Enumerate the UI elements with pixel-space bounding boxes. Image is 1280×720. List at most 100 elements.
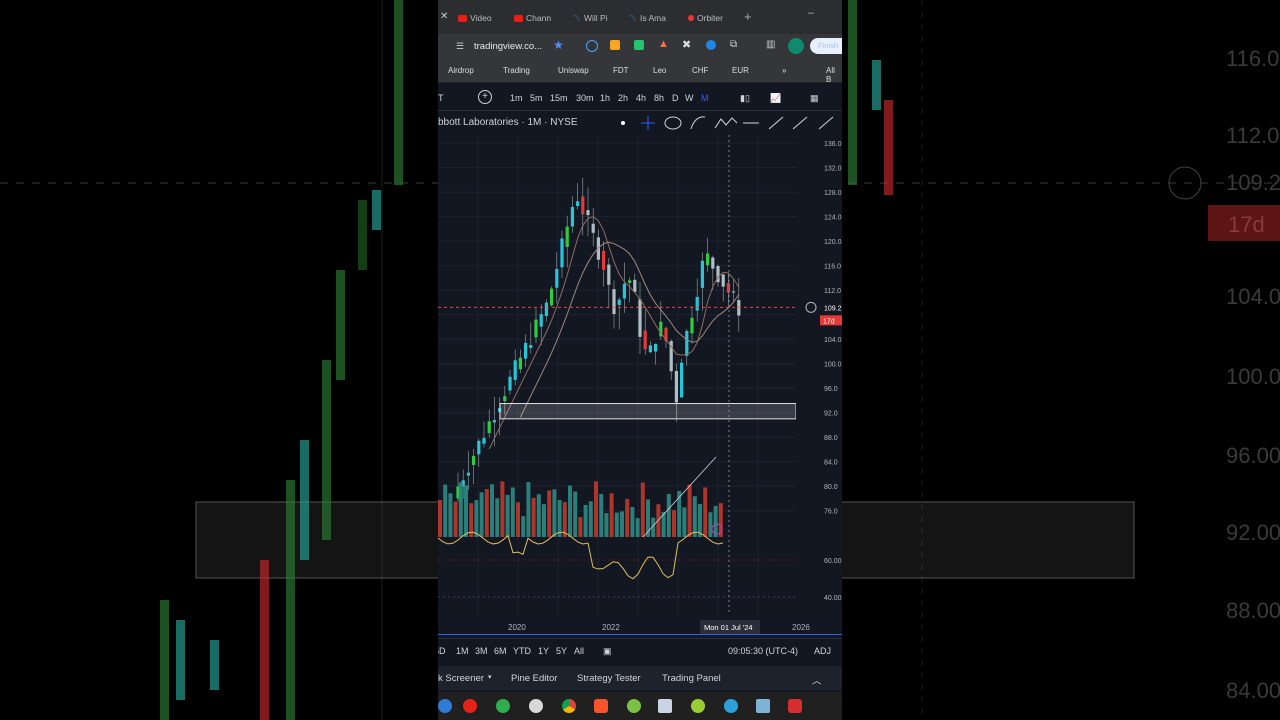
browser-tab[interactable]: Video xyxy=(458,8,492,28)
interval-4h[interactable]: 4h xyxy=(636,93,646,103)
browser-tab[interactable]: 〽 Is Ama xyxy=(628,8,666,28)
bookmark-star-icon[interactable]: ★ xyxy=(553,38,564,52)
extensions-puzzle-icon[interactable]: ⧉ xyxy=(730,39,737,50)
layout-icon[interactable]: ▦ xyxy=(810,93,819,104)
youtube-icon xyxy=(458,14,467,22)
tradingview-icon: 〽 xyxy=(572,13,580,23)
date-range-bar: 5D 1M 3M 6M YTD 1Y 5Y All ▣ 09:05:30 (UTC-4) AD… xyxy=(438,638,842,663)
adj-toggle[interactable]: ADJ xyxy=(814,646,831,656)
new-tab-button[interactable]: + xyxy=(744,9,752,24)
range-3m[interactable]: 3M xyxy=(475,646,488,656)
taskbar-app-icon-8[interactable] xyxy=(658,699,672,713)
taskbar-app-icon-9[interactable] xyxy=(691,699,705,713)
extension-icon-4[interactable]: ▲ xyxy=(658,38,669,50)
profile-avatar[interactable] xyxy=(788,38,804,54)
clock-readout[interactable]: 09:05:30 (UTC-4) xyxy=(728,646,798,656)
taskbar-app-icon-1[interactable] xyxy=(438,699,452,713)
extension-icon-3[interactable] xyxy=(634,40,644,50)
interval-1h[interactable]: 1h xyxy=(600,93,610,103)
price-axis-tick: 104.0 xyxy=(824,337,842,344)
browser-tab[interactable]: Orbiter xyxy=(688,8,723,28)
candle xyxy=(539,314,543,327)
interval-w[interactable]: W xyxy=(685,93,694,103)
tab-pine-editor[interactable]: Pine Editor xyxy=(511,673,557,684)
bookmark-eur[interactable]: EUR xyxy=(732,66,749,75)
browser-tab[interactable]: Chann xyxy=(514,8,551,28)
address-bar[interactable]: tradingview.co... xyxy=(474,41,542,52)
screener-dropdown-icon[interactable]: ▾ xyxy=(488,673,492,681)
opera-icon[interactable] xyxy=(463,699,477,713)
telegram-icon[interactable] xyxy=(724,699,738,713)
interval-1m[interactable]: 1m xyxy=(510,93,523,103)
tab-strategy-tester[interactable]: Strategy Tester xyxy=(577,673,641,684)
candle xyxy=(576,201,580,207)
volume-bar xyxy=(484,489,489,537)
interval-2h[interactable]: 2h xyxy=(618,93,628,103)
volume-bar xyxy=(599,493,604,537)
bookmark-fdt[interactable]: FDT xyxy=(613,66,629,75)
interval-15m[interactable]: 15m xyxy=(550,93,568,103)
range-all[interactable]: All xyxy=(574,646,584,656)
finish-update-button[interactable]: Finish xyxy=(810,38,842,54)
bookmark-trading[interactable]: Trading xyxy=(503,66,530,75)
bookmarks-overflow-icon[interactable]: » xyxy=(782,66,786,75)
collapse-panel-icon[interactable]: ︿ xyxy=(812,673,822,687)
range-5y[interactable]: 5Y xyxy=(556,646,567,656)
range-1y[interactable]: 1Y xyxy=(538,646,549,656)
bg-candle xyxy=(160,600,169,720)
taskbar-app-icon-7[interactable] xyxy=(627,699,641,713)
bookmark-airdrop[interactable]: Airdrop xyxy=(448,66,474,75)
side-panel-icon[interactable]: ▥ xyxy=(766,39,775,50)
candle xyxy=(466,472,470,476)
range-ytd[interactable]: YTD xyxy=(513,646,531,656)
candle-type-icon[interactable]: ▮▯ xyxy=(740,93,750,104)
price-chart[interactable]: 136.0 132.0 128.0 124.0 120.0 116.0 112.0 109.2… xyxy=(438,135,842,635)
browser-tab[interactable]: 〽 Will Pi xyxy=(572,8,608,28)
indicator-axis-tick: 40.00 xyxy=(824,595,842,602)
indicators-icon[interactable]: 📈 xyxy=(770,93,781,104)
price-axis-tick: 124.0 xyxy=(824,215,842,222)
interval-m[interactable]: M xyxy=(701,93,709,103)
interval-30m[interactable]: 30m xyxy=(576,93,594,103)
tab-trading-panel[interactable]: Trading Panel xyxy=(662,673,721,684)
bookmark-leo[interactable]: Leo xyxy=(653,66,666,75)
chrome-icon[interactable] xyxy=(562,699,576,713)
range-1m[interactable]: 1M xyxy=(456,646,469,656)
drawing-toolbar: bbott Laboratories · 1M · NYSE xyxy=(438,111,842,135)
interval-8h[interactable]: 8h xyxy=(654,93,664,103)
candle xyxy=(726,283,730,293)
taskbar-app-icon-11[interactable] xyxy=(756,699,770,713)
calendar-icon[interactable]: ▣ xyxy=(603,646,612,657)
candle xyxy=(581,196,585,215)
extension-icon-6[interactable] xyxy=(706,40,716,50)
range-5d[interactable]: 5D xyxy=(438,646,446,656)
close-icon[interactable]: ✕ xyxy=(440,11,448,22)
candle xyxy=(477,440,481,455)
bookmark-chf[interactable]: CHF xyxy=(692,66,708,75)
candle xyxy=(648,345,652,353)
price-axis-tick: 109.2 xyxy=(824,305,842,312)
add-symbol-icon[interactable]: + xyxy=(478,90,492,104)
extension-icon-2[interactable] xyxy=(610,40,620,50)
tab-screener[interactable]: k Screener xyxy=(438,673,484,684)
extension-icon-1[interactable] xyxy=(586,40,598,52)
volume-bar xyxy=(474,500,479,537)
interval-d[interactable]: D xyxy=(672,93,679,103)
range-6m[interactable]: 6M xyxy=(494,646,507,656)
symbol-search[interactable]: T xyxy=(438,93,444,103)
candle xyxy=(544,302,548,317)
brave-icon[interactable] xyxy=(594,699,608,713)
minimize-icon[interactable]: – xyxy=(808,7,814,19)
site-settings-icon[interactable]: ☰ xyxy=(456,41,464,52)
taskbar-app-icon-3[interactable] xyxy=(496,699,510,713)
interval-5m[interactable]: 5m xyxy=(530,93,543,103)
candle xyxy=(472,455,476,465)
bookmark-uniswap[interactable]: Uniswap xyxy=(558,66,589,75)
candle xyxy=(607,264,611,285)
volume-bar xyxy=(547,490,552,537)
bookmark-all[interactable]: All B xyxy=(826,66,842,84)
taskbar-app-icon-12[interactable] xyxy=(788,699,802,713)
taskbar-app-icon-4[interactable] xyxy=(529,699,543,713)
extension-icon-5[interactable]: ✖ xyxy=(682,38,691,51)
bookmarks-bar: Airdrop Trading Uniswap FDT Leo CHF EUR … xyxy=(438,60,842,84)
